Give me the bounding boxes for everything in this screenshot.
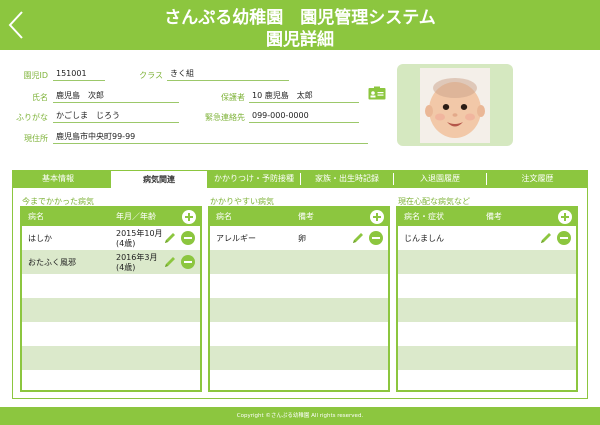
empty-row — [22, 370, 200, 390]
edit-pencil-icon[interactable] — [539, 231, 553, 245]
empty-row — [398, 322, 576, 346]
illness-note: 卵 — [298, 234, 306, 243]
edit-pencil-icon[interactable] — [163, 231, 177, 245]
empty-row — [398, 346, 576, 370]
past-illness-header: 病名 年月／年齢 — [22, 208, 200, 226]
footer: Copyright ©さんぷる幼稚園 All rights reserved. — [0, 407, 600, 425]
prone-illness-header: 病名 備考 — [210, 208, 388, 226]
tab-bar: 基本情報 病気関連 かかりつけ・予防接種 家族・出生時記録 入退園履歴 注文履歴 — [12, 170, 588, 188]
child-photo[interactable] — [420, 68, 490, 143]
prone-illness-panel: 病名 備考 アレルギー 卵 — [208, 206, 390, 392]
class-value: きく組 — [167, 67, 289, 81]
illness-name: アレルギー — [216, 234, 256, 243]
emergency-contact-label: 緊急連絡先 — [205, 113, 245, 122]
empty-row — [22, 274, 200, 298]
table-row[interactable]: はしか 2015年10月 (4歳) — [22, 226, 200, 250]
empty-row — [210, 274, 388, 298]
emergency-contact-value: 099-000-0000 — [249, 109, 359, 123]
kana-value: かごしま じろう — [53, 109, 179, 123]
empty-row — [210, 346, 388, 370]
illness-name: おたふく風邪 — [28, 258, 76, 267]
table-row[interactable]: おたふく風邪 2016年3月 (4歳) — [22, 250, 200, 274]
empty-row — [398, 370, 576, 390]
guardian-value: 10 鹿児島 太郎 — [249, 89, 359, 103]
address-label: 現住所 — [24, 134, 48, 143]
add-past-illness-plus-icon[interactable] — [182, 210, 196, 224]
add-prone-illness-plus-icon[interactable] — [370, 210, 384, 224]
prone-col-name: 病名 — [216, 212, 232, 221]
app-header: さんぷる幼稚園 園児管理システム 園児詳細 — [0, 0, 600, 50]
tab-basic-info[interactable]: 基本情報 — [12, 170, 104, 188]
empty-row — [398, 298, 576, 322]
past-illness-panel: 病名 年月／年齢 はしか 2015年10月 (4歳) おたふく風邪 2016年3… — [20, 206, 202, 392]
address-value: 鹿児島市中央町99-99 — [53, 130, 368, 144]
illness-name: じんましん — [404, 234, 444, 243]
illness-age: (4歳) — [116, 263, 136, 272]
child-id-label: 園児ID — [23, 71, 48, 80]
copyright-text: Copyright ©さんぷる幼稚園 All rights reserved. — [236, 413, 364, 419]
class-label: クラス — [139, 71, 163, 80]
tab-doctor-vaccination[interactable]: かかりつけ・予防接種 — [208, 170, 300, 188]
tab-family-birth[interactable]: 家族・出生時記録 — [301, 170, 393, 188]
illness-age: (4歳) — [116, 239, 136, 248]
name-value: 鹿児島 次郎 — [53, 89, 179, 103]
empty-row — [210, 250, 388, 274]
empty-row — [398, 274, 576, 298]
concern-illness-header: 病名・症状 備考 — [398, 208, 576, 226]
empty-row — [210, 298, 388, 322]
empty-row — [210, 322, 388, 346]
edit-pencil-icon[interactable] — [163, 255, 177, 269]
delete-minus-icon[interactable] — [181, 231, 195, 245]
add-concern-plus-icon[interactable] — [558, 210, 572, 224]
empty-row — [22, 298, 200, 322]
tab-enrollment-history[interactable]: 入退園履歴 — [394, 170, 486, 188]
concern-illness-panel: 病名・症状 備考 じんましん — [396, 206, 578, 392]
past-col-name: 病名 — [28, 212, 44, 221]
empty-row — [22, 322, 200, 346]
prone-col-note: 備考 — [298, 212, 314, 221]
tab-order-history[interactable]: 注文履歴 — [487, 170, 588, 188]
table-row[interactable]: じんましん — [398, 226, 576, 250]
delete-minus-icon[interactable] — [181, 255, 195, 269]
id-card-icon[interactable] — [368, 86, 386, 100]
name-label: 氏名 — [32, 93, 48, 102]
page-title: 園児詳細 — [266, 30, 334, 50]
child-id-value: 151001 — [53, 67, 105, 81]
empty-row — [22, 346, 200, 370]
empty-row — [210, 370, 388, 390]
delete-minus-icon[interactable] — [369, 231, 383, 245]
concern-col-name: 病名・症状 — [404, 212, 444, 221]
guardian-label: 保護者 — [221, 93, 245, 102]
past-col-date: 年月／年齢 — [116, 212, 156, 221]
empty-row — [398, 250, 576, 274]
kana-label: ふりがな — [16, 113, 48, 122]
delete-minus-icon[interactable] — [557, 231, 571, 245]
concern-col-note: 備考 — [486, 212, 502, 221]
illness-name: はしか — [28, 234, 52, 243]
edit-pencil-icon[interactable] — [351, 231, 365, 245]
table-row[interactable]: アレルギー 卵 — [210, 226, 388, 250]
tab-illness[interactable]: 病気関連 — [110, 170, 208, 188]
